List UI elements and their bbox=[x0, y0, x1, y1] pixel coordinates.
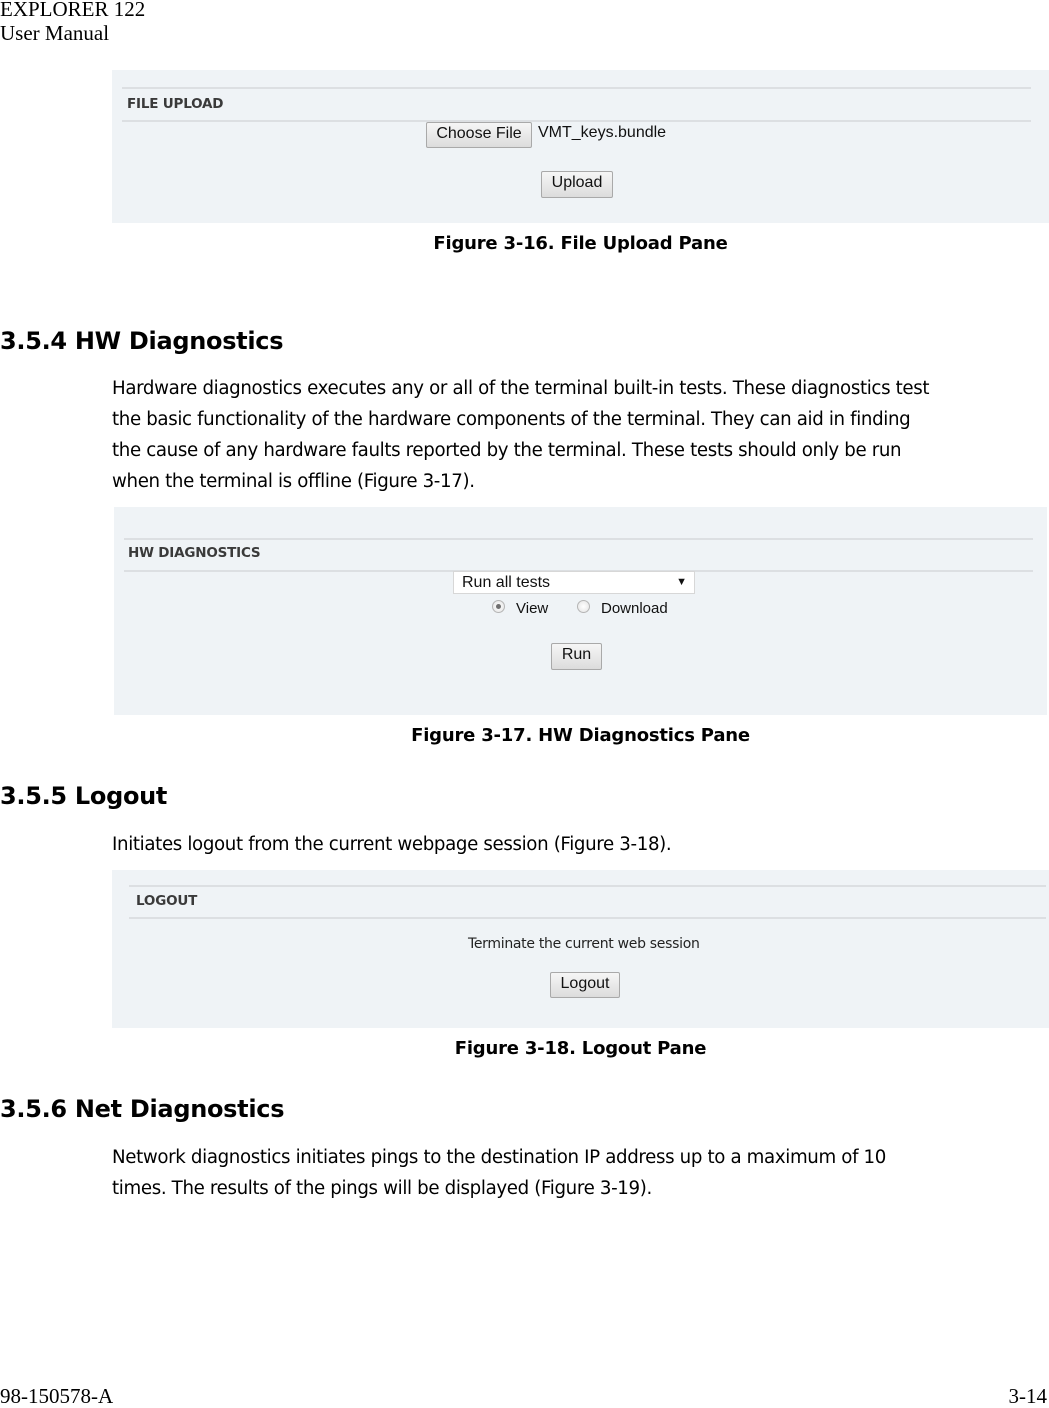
logout-button[interactable]: Logout bbox=[550, 972, 620, 998]
logout-description: Terminate the current web session bbox=[468, 936, 700, 952]
figure-caption: Figure 3-16. File Upload Pane bbox=[433, 233, 728, 254]
body-line: Network diagnostics initiates pings to t… bbox=[112, 1147, 886, 1168]
body-line: Hardware diagnostics executes any or all… bbox=[112, 378, 930, 399]
pane-title: LOGOUT bbox=[136, 893, 198, 909]
view-radio-label[interactable]: View bbox=[516, 600, 548, 617]
body-line: the basic functionality of the hardware … bbox=[112, 409, 911, 430]
pane-title: FILE UPLOAD bbox=[127, 96, 224, 112]
section-heading: 3.5.6 Net Diagnostics bbox=[0, 1095, 285, 1123]
body-line: Initiates logout from the current webpag… bbox=[112, 834, 672, 855]
section-heading: 3.5.5 Logout bbox=[0, 782, 168, 810]
figure-caption: Figure 3-18. Logout Pane bbox=[454, 1038, 707, 1059]
download-radio[interactable] bbox=[577, 600, 590, 613]
view-radio[interactable] bbox=[492, 600, 505, 613]
hw-diagnostics-pane: HW DIAGNOSTICS Run all tests ▼ View Down… bbox=[114, 507, 1047, 715]
figure-caption: Figure 3-17. HW Diagnostics Pane bbox=[411, 725, 750, 746]
test-select[interactable]: Run all tests ▼ bbox=[453, 571, 695, 594]
download-radio-label[interactable]: Download bbox=[601, 600, 668, 617]
body-line: when the terminal is offline (Figure 3-1… bbox=[112, 471, 475, 492]
dropdown-arrow-icon: ▼ bbox=[676, 576, 687, 588]
section-body: Hardware diagnostics executes any or all… bbox=[112, 373, 1049, 497]
test-select-value: Run all tests bbox=[462, 574, 551, 591]
section-heading: 3.5.4 HW Diagnostics bbox=[0, 327, 284, 355]
run-button[interactable]: Run bbox=[551, 643, 602, 670]
section-body: Network diagnostics initiates pings to t… bbox=[112, 1142, 1049, 1204]
choose-file-button[interactable]: Choose File bbox=[426, 122, 532, 148]
logout-pane: LOGOUT Terminate the current web session… bbox=[112, 870, 1049, 1028]
upload-button[interactable]: Upload bbox=[541, 171, 613, 198]
section-body: Initiates logout from the current webpag… bbox=[112, 829, 1049, 860]
pane-divider bbox=[122, 87, 1031, 89]
header-product: EXPLORER 122 bbox=[0, 0, 146, 21]
selected-file-name: VMT_keys.bundle bbox=[538, 124, 667, 141]
body-line: times. The results of the pings will be … bbox=[112, 1178, 652, 1199]
footer-doc-number: 98-150578-A bbox=[0, 1384, 114, 1408]
pane-divider bbox=[129, 885, 1046, 887]
pane-divider bbox=[124, 538, 1033, 540]
footer-page-number: 3-14 bbox=[1008, 1384, 1048, 1408]
body-line: the cause of any hardware faults reporte… bbox=[112, 440, 902, 461]
pane-divider bbox=[122, 120, 1031, 122]
pane-title: HW DIAGNOSTICS bbox=[128, 545, 261, 561]
file-upload-pane: FILE UPLOAD Choose File VMT_keys.bundle … bbox=[112, 70, 1049, 223]
header-doc-type: User Manual bbox=[0, 21, 110, 45]
pane-divider bbox=[129, 917, 1046, 919]
